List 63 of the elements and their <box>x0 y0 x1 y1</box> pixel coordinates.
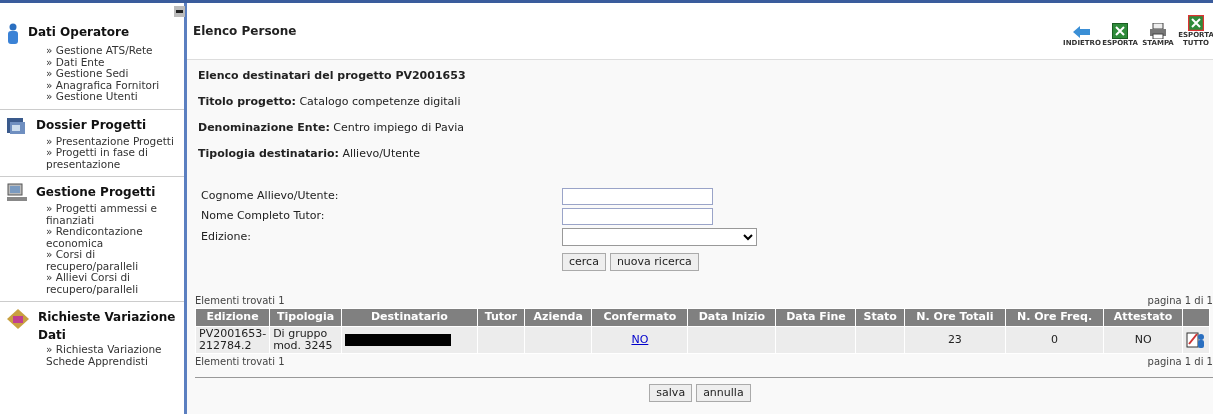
table-cell: 0 <box>1005 326 1104 353</box>
sidebar-link[interactable]: » Gestione Utenti <box>46 91 184 103</box>
column-header: Data Fine <box>775 308 856 326</box>
result-count: Elementi trovati 1 <box>195 354 285 369</box>
user-icon <box>6 23 20 45</box>
spreadsheet-icon <box>1188 15 1204 31</box>
sidebar-link[interactable]: » Corsi di recupero/paralleli <box>46 249 184 272</box>
search-button[interactable]: cerca <box>562 253 606 271</box>
column-header: Data Inizio <box>687 308 776 326</box>
column-header: Tipologia <box>269 308 342 326</box>
sidebar-link[interactable]: » Gestione Sedi <box>46 68 184 80</box>
column-header: Azienda <box>524 308 592 326</box>
table-cell: Di gruppo mod. 3245 <box>269 326 342 353</box>
column-header: Stato <box>855 308 905 326</box>
collapse-button[interactable] <box>174 6 185 17</box>
page-title: Elenco Persone <box>193 23 297 40</box>
column-header: Tutor <box>477 308 525 326</box>
action-button[interactable]: salva <box>649 383 693 402</box>
section-title: Richieste Variazione Dati <box>38 309 177 344</box>
printer-icon <box>1149 23 1167 39</box>
action-button[interactable]: annulla <box>696 383 751 402</box>
info-line: Titolo progetto: Catalogo competenze digitali <box>198 94 462 109</box>
computer-icon <box>6 183 28 203</box>
sidebar-link[interactable]: » Progetti in fase di presentazione <box>46 147 184 170</box>
sidebar-link[interactable]: » Dati Ente <box>46 56 184 68</box>
section-title: Gestione Progetti <box>36 184 156 201</box>
table-cell: NO <box>1103 326 1183 353</box>
column-header: Edizione <box>195 308 270 326</box>
sidebar-link[interactable]: » Gestione ATS/Rete <box>46 45 184 57</box>
column-header: N. Ore Totali <box>904 308 1006 326</box>
folder-icon <box>6 115 28 136</box>
column-header: N. Ore Freq. <box>1005 308 1104 326</box>
sidebar-link[interactable]: » Presentazione Progetti <box>46 135 184 147</box>
sidebar-link[interactable]: » Richiesta Variazione Schede Apprendisti <box>46 344 184 367</box>
section-title: Dati Operatore <box>28 24 130 41</box>
info-line: Tipologia destinatario: Allievo/Utente <box>198 146 422 161</box>
confirm-link[interactable]: NO <box>631 332 649 346</box>
column-header: Destinatario <box>341 308 478 326</box>
search-button[interactable]: nuova ricerca <box>609 253 699 271</box>
table-cell: 23 <box>904 326 1006 353</box>
field-label: Edizione: <box>201 228 252 245</box>
result-count: Elementi trovati 1 <box>195 294 285 308</box>
edit-person-icon[interactable] <box>1186 330 1206 349</box>
spreadsheet-icon <box>1112 23 1128 39</box>
field-label: Cognome Allievo/Utente: <box>201 188 340 205</box>
sidebar-link[interactable]: » Progetti ammessi e finanziati <box>46 203 184 226</box>
section-heading: Elenco destinatari del progetto PV2001653 <box>198 68 467 83</box>
sidebar-link[interactable]: » Rendicontazione economica <box>46 226 184 249</box>
page-indicator: pagina 1 di 1 <box>1147 294 1213 308</box>
input-field[interactable] <box>562 188 713 205</box>
left-arrow-icon <box>1073 25 1091 39</box>
column-header: Confermato <box>592 308 688 326</box>
field-label: Nome Completo Tutor: <box>201 208 326 225</box>
page-indicator: pagina 1 di 1 <box>1147 354 1213 369</box>
section-title: Dossier Progetti <box>36 116 147 134</box>
input-field[interactable] <box>562 208 713 225</box>
info-line: Denominazione Ente: Centro impiego di Pavia <box>198 120 466 135</box>
column-header: Attestato <box>1103 308 1183 326</box>
document-edit-icon <box>6 308 30 330</box>
sidebar-link[interactable]: » Allievi Corsi di recupero/paralleli <box>46 272 184 295</box>
table-cell: PV2001653-212784.2 <box>195 326 270 353</box>
sidebar-link[interactable]: » Anagrafica Fornitori <box>46 79 184 91</box>
dropdown-field[interactable] <box>562 228 757 246</box>
